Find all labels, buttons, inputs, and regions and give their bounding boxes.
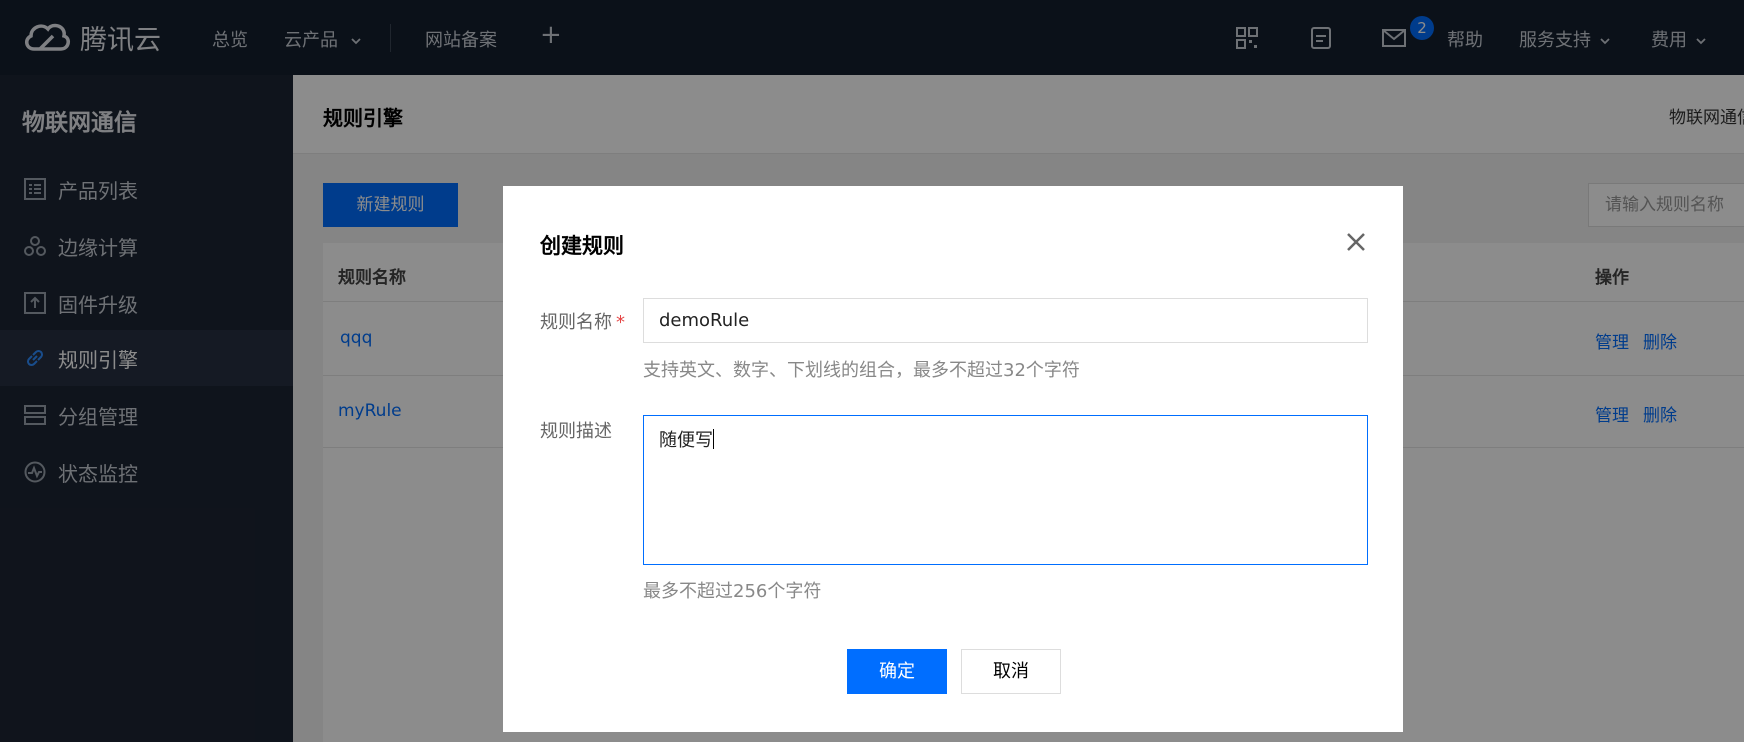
rule-name-input[interactable]: demoRule <box>643 298 1368 343</box>
rule-description-label: 规则描述 <box>540 421 612 442</box>
confirm-button[interactable]: 确定 <box>847 649 947 694</box>
rule-description-textarea[interactable]: 随便写 <box>643 415 1368 565</box>
dialog-title: 创建规则 <box>540 234 624 258</box>
rule-name-hint: 支持英文、数字、下划线的组合，最多不超过32个字符 <box>643 360 1080 381</box>
text-caret <box>713 429 714 449</box>
rule-name-label-text: 规则名称 <box>540 312 612 333</box>
required-mark: * <box>616 312 625 333</box>
cancel-button[interactable]: 取消 <box>961 649 1061 694</box>
rule-name-label: 规则名称 * <box>540 308 625 334</box>
rule-description-hint: 最多不超过256个字符 <box>643 581 822 602</box>
close-icon[interactable] <box>1344 230 1368 254</box>
create-rule-dialog: 创建规则 规则名称 * demoRule 支持英文、数字、下划线的组合，最多不超过… <box>503 186 1403 732</box>
rule-description-value: 随便写 <box>659 430 713 451</box>
